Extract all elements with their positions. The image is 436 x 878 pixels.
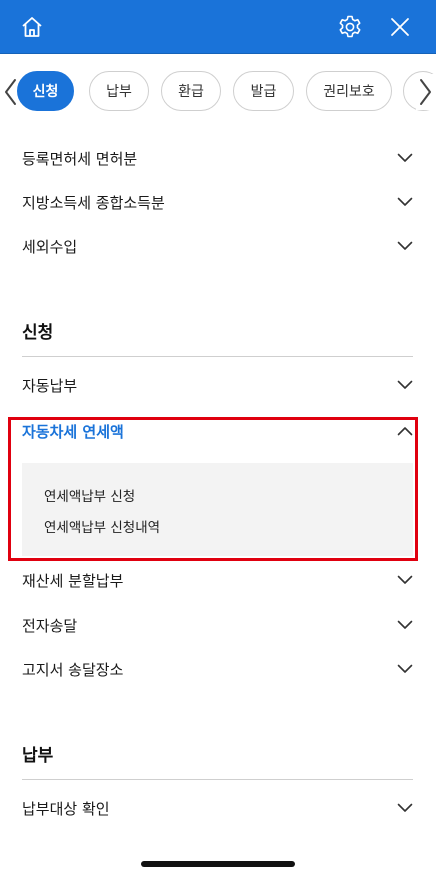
menu-row-label: 등록면허세 면허분 — [22, 149, 138, 168]
divider — [22, 779, 413, 780]
app-header — [0, 0, 436, 54]
tab-payment[interactable]: 납부 — [89, 71, 149, 111]
section-title-apply: 신청 — [22, 323, 54, 343]
close-icon[interactable] — [384, 11, 416, 43]
menu-row-auto-payment[interactable]: 자동납부 — [22, 363, 414, 407]
tab-apply[interactable]: 신청 — [17, 71, 74, 111]
tab-rights-protection[interactable]: 권리보호 — [306, 71, 392, 111]
tab-issuance[interactable]: 발급 — [233, 71, 294, 111]
chevron-down-icon — [396, 376, 414, 394]
submenu-item-annual-payment-apply[interactable]: 연세액납부 신청 — [44, 485, 135, 505]
chevron-down-icon — [396, 616, 414, 634]
chevron-down-icon — [396, 660, 414, 678]
chevron-up-icon — [396, 422, 414, 440]
menu-row-property-tax-installment[interactable]: 재산세 분할납부 — [22, 558, 414, 602]
chevron-down-icon — [396, 799, 414, 817]
menu-row-non-tax-revenue[interactable]: 세외수입 — [22, 224, 414, 268]
category-tabs: 신청 납부 환급 발급 권리보호 — [0, 64, 436, 120]
section-title-payment: 납부 — [22, 746, 54, 766]
chevron-down-icon — [396, 149, 414, 167]
submenu-vehicle-tax: 연세액납부 신청 연세액납부 신청내역 — [22, 463, 413, 556]
submenu-item-annual-payment-history[interactable]: 연세액납부 신청내역 — [44, 516, 160, 536]
home-indicator — [141, 861, 295, 867]
menu-row-label: 자동납부 — [22, 376, 78, 395]
menu-row-vehicle-tax-annual[interactable]: 자동차세 연세액 — [22, 409, 414, 453]
menu-row-label: 재산세 분할납부 — [22, 571, 124, 590]
chevron-right-icon[interactable] — [416, 74, 436, 110]
menu-row-payment-target-check[interactable]: 납부대상 확인 — [22, 786, 414, 830]
menu-row-label: 고지서 송달장소 — [22, 660, 124, 679]
divider — [22, 356, 413, 357]
menu-row-label: 지방소득세 종합소득분 — [22, 193, 165, 212]
menu-row-label: 납부대상 확인 — [22, 799, 110, 818]
menu-row-label: 자동차세 연세액 — [22, 422, 124, 441]
chevron-down-icon — [396, 193, 414, 211]
tab-refund[interactable]: 환급 — [161, 71, 221, 111]
chevron-down-icon — [396, 237, 414, 255]
menu-row-label: 세외수입 — [22, 237, 78, 256]
menu-row-local-income-tax[interactable]: 지방소득세 종합소득분 — [22, 180, 414, 224]
menu-row-registration-license-tax[interactable]: 등록면허세 면허분 — [22, 136, 414, 180]
gear-icon[interactable] — [334, 11, 366, 43]
home-icon[interactable] — [16, 11, 48, 43]
chevron-down-icon — [396, 571, 414, 589]
menu-row-electronic-delivery[interactable]: 전자송달 — [22, 603, 414, 647]
menu-row-label: 전자송달 — [22, 616, 78, 635]
menu-row-notice-delivery-address[interactable]: 고지서 송달장소 — [22, 647, 414, 691]
